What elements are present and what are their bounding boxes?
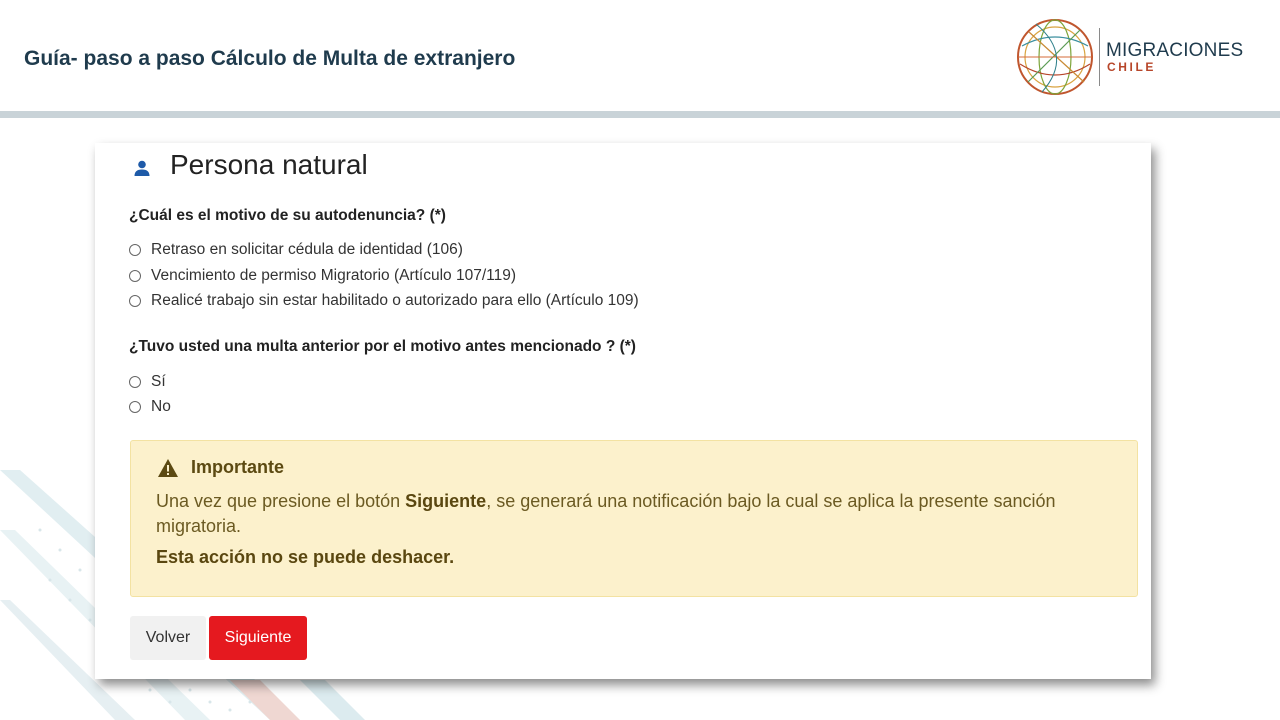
- radio-option-si[interactable]: Sí: [129, 373, 166, 391]
- important-alert: Importante Una vez que presione el botón…: [130, 440, 1138, 597]
- radio-label: No: [151, 398, 171, 415]
- alert-title: Importante: [191, 457, 285, 477]
- radio-label: Retraso en solicitar cédula de identidad…: [151, 241, 463, 258]
- logo-text-sub: CHILE: [1107, 60, 1156, 74]
- radio-label: Vencimiento de permiso Migratorio (Artíc…: [151, 267, 516, 284]
- header-divider-bar: [0, 111, 1280, 118]
- radio-button[interactable]: [129, 376, 141, 388]
- slide-title: Guía- paso a paso Cálculo de Multa de ex…: [24, 47, 516, 70]
- warning-icon: [158, 458, 178, 477]
- alert-undo-warning: Esta acción no se puede deshacer.: [156, 547, 455, 567]
- radio-option-vencimiento-permiso[interactable]: Vencimiento de permiso Migratorio (Artíc…: [129, 267, 516, 285]
- logo-text-main: MIGRACIONES: [1106, 40, 1244, 61]
- globe-logo-icon: [1017, 19, 1093, 95]
- form-panel: Persona natural ¿Cuál es el motivo de su…: [95, 143, 1151, 679]
- question-multa-anterior: ¿Tuvo usted una multa anterior por el mo…: [129, 338, 636, 355]
- radio-button[interactable]: [129, 401, 141, 413]
- person-icon: [134, 160, 150, 176]
- panel-title: Persona natural: [170, 149, 368, 180]
- radio-label: Sí: [151, 373, 166, 390]
- logo-divider: [1099, 28, 1100, 86]
- radio-button[interactable]: [129, 295, 141, 307]
- alert-body: Una vez que presione el botón Siguiente,…: [156, 489, 1096, 538]
- back-button[interactable]: Volver: [130, 616, 206, 660]
- radio-option-trabajo-no-habilitado[interactable]: Realicé trabajo sin estar habilitado o a…: [129, 292, 639, 310]
- alert-body-bold: Siguiente: [405, 491, 487, 511]
- alert-body-text: Una vez que presione el botón: [156, 491, 406, 511]
- panel-header: Persona natural: [133, 149, 368, 181]
- migraciones-logo: MIGRACIONES CHILE: [1014, 16, 1254, 98]
- radio-option-no[interactable]: No: [129, 398, 171, 416]
- next-button[interactable]: Siguiente: [209, 616, 307, 660]
- radio-option-retraso-cedula[interactable]: Retraso en solicitar cédula de identidad…: [129, 241, 463, 259]
- radio-button[interactable]: [129, 244, 141, 256]
- alert-header: Importante: [157, 457, 284, 478]
- radio-label: Realicé trabajo sin estar habilitado o a…: [151, 292, 639, 309]
- radio-button[interactable]: [129, 270, 141, 282]
- question-motivo: ¿Cuál es el motivo de su autodenuncia? (…: [129, 207, 446, 224]
